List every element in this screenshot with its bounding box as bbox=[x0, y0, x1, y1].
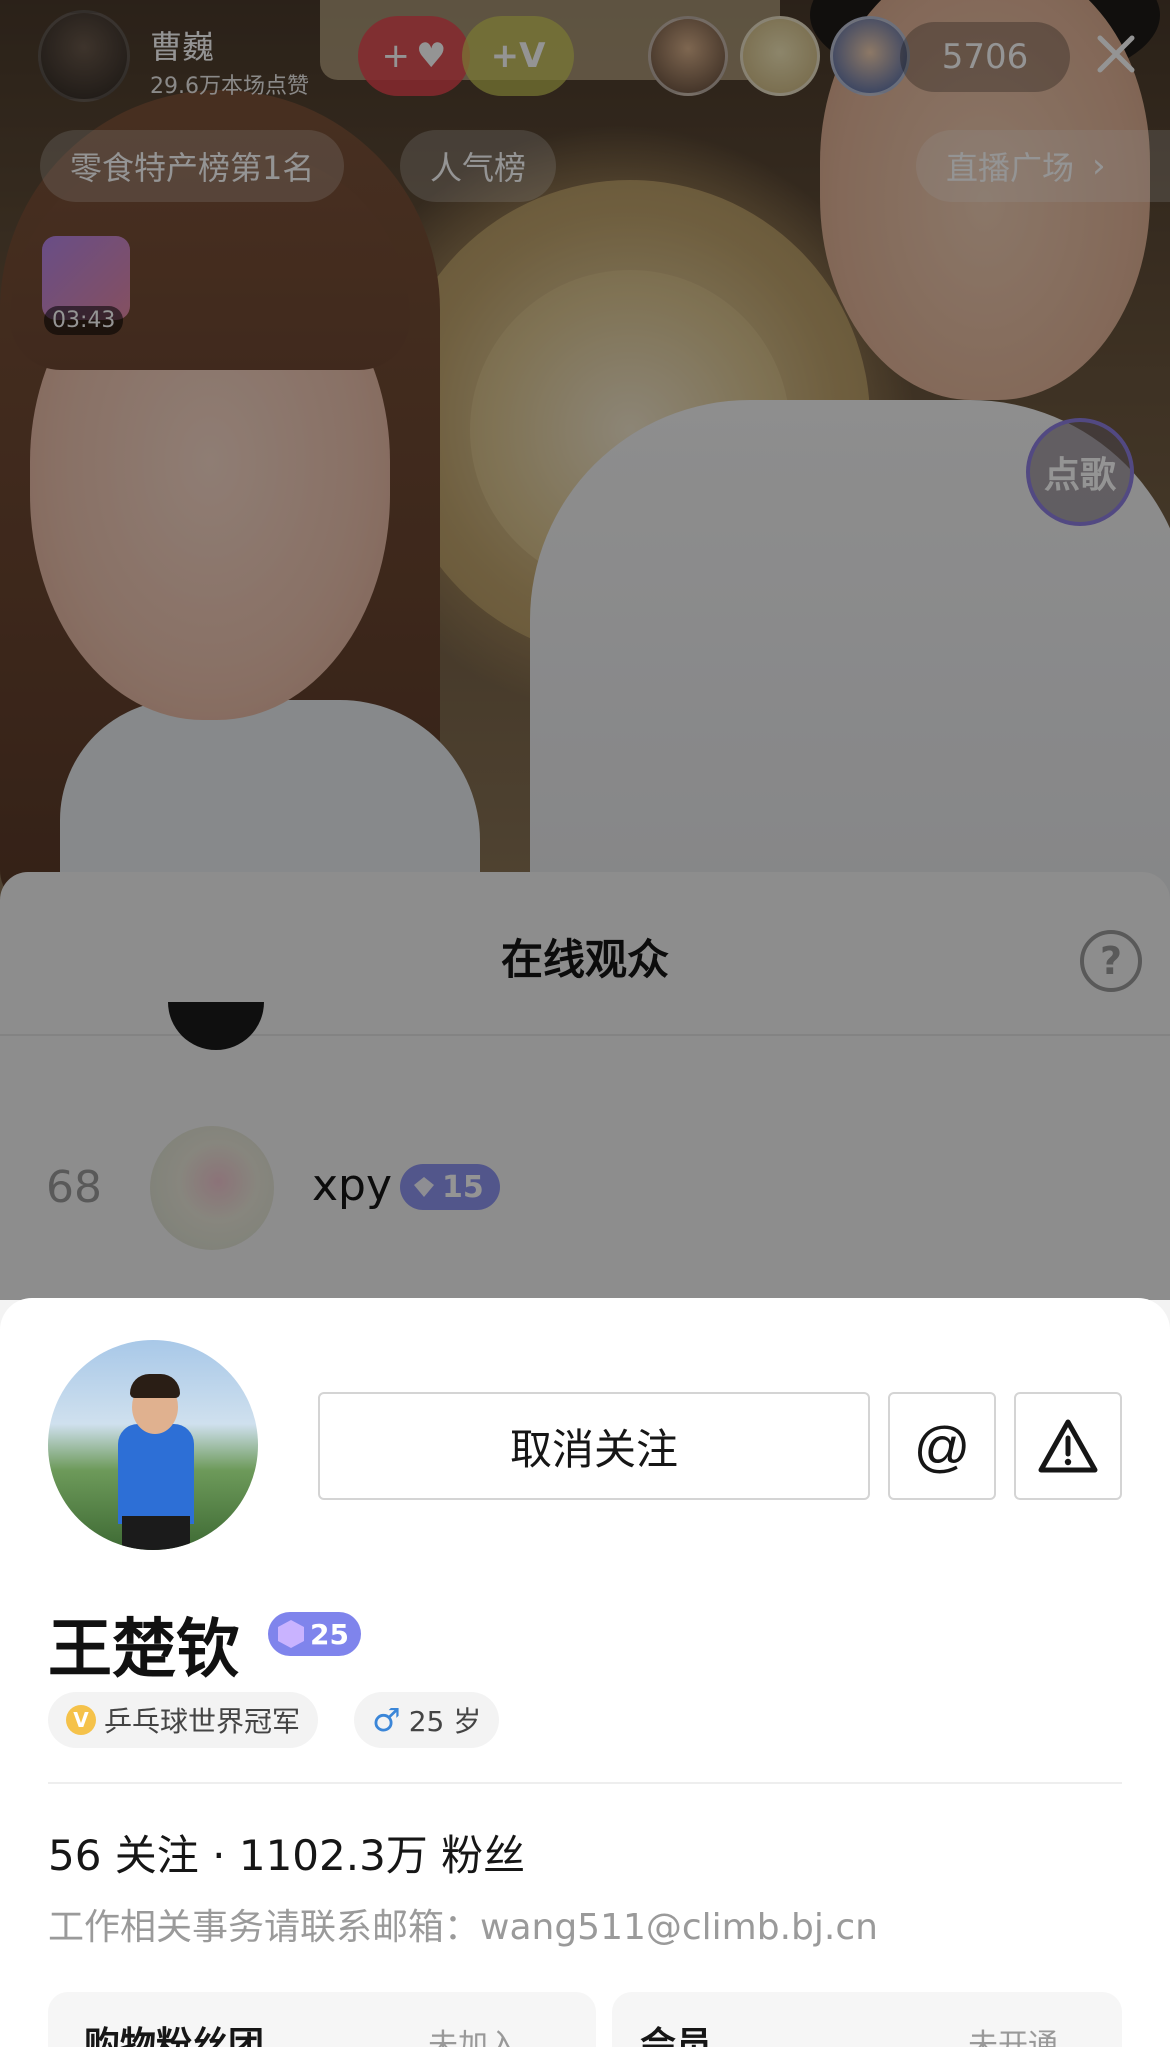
membership-tile[interactable]: 会员 未开通 bbox=[612, 1992, 1122, 2047]
verified-title: 乒乓球世界冠军 bbox=[104, 1705, 301, 1738]
profile-card: 取消关注 @ 王楚钦 25 V 乒乓球世界冠军 ♂ 25 岁 56 关注 · 1… bbox=[0, 1298, 1170, 2047]
level-hex-icon bbox=[278, 1620, 304, 1648]
gender-age-chip: ♂ 25 岁 bbox=[354, 1692, 500, 1748]
unfollow-button[interactable]: 取消关注 bbox=[318, 1392, 870, 1500]
mention-button[interactable]: @ bbox=[888, 1392, 996, 1500]
user-level-value: 25 bbox=[310, 1617, 349, 1651]
follow-stats[interactable]: 56 关注 · 1102.3万 粉丝 bbox=[48, 1822, 525, 1883]
warning-icon bbox=[1038, 1419, 1098, 1473]
verified-title-chip: V 乒乓球世界冠军 bbox=[48, 1692, 319, 1748]
modal-scrim[interactable] bbox=[0, 0, 1170, 1300]
fan-club-status: 未加入 bbox=[428, 2028, 518, 2047]
avatar-figure-hair bbox=[130, 1374, 180, 1398]
profile-avatar[interactable] bbox=[48, 1340, 258, 1550]
report-button[interactable] bbox=[1014, 1392, 1122, 1500]
user-level-badge: 25 bbox=[268, 1612, 361, 1656]
fan-club-title: 购物粉丝团 bbox=[84, 2025, 265, 2047]
male-icon: ♂ bbox=[372, 1701, 401, 1739]
card-divider bbox=[48, 1782, 1122, 1784]
avatar-figure-legs bbox=[122, 1516, 190, 1550]
avatar-figure-body bbox=[118, 1424, 194, 1524]
age-label: 25 岁 bbox=[408, 1705, 482, 1738]
profile-bio: 工作相关事务请联系邮箱：wang511@climb.bj.cn bbox=[48, 1907, 878, 1948]
verified-v-icon: V bbox=[66, 1705, 96, 1735]
profile-name: 王楚钦 bbox=[48, 1613, 240, 1687]
membership-title: 会员 bbox=[640, 2025, 713, 2047]
membership-status: 未开通 bbox=[968, 2028, 1058, 2047]
fan-club-tile[interactable]: 购物粉丝团 未加入 bbox=[48, 1992, 596, 2047]
